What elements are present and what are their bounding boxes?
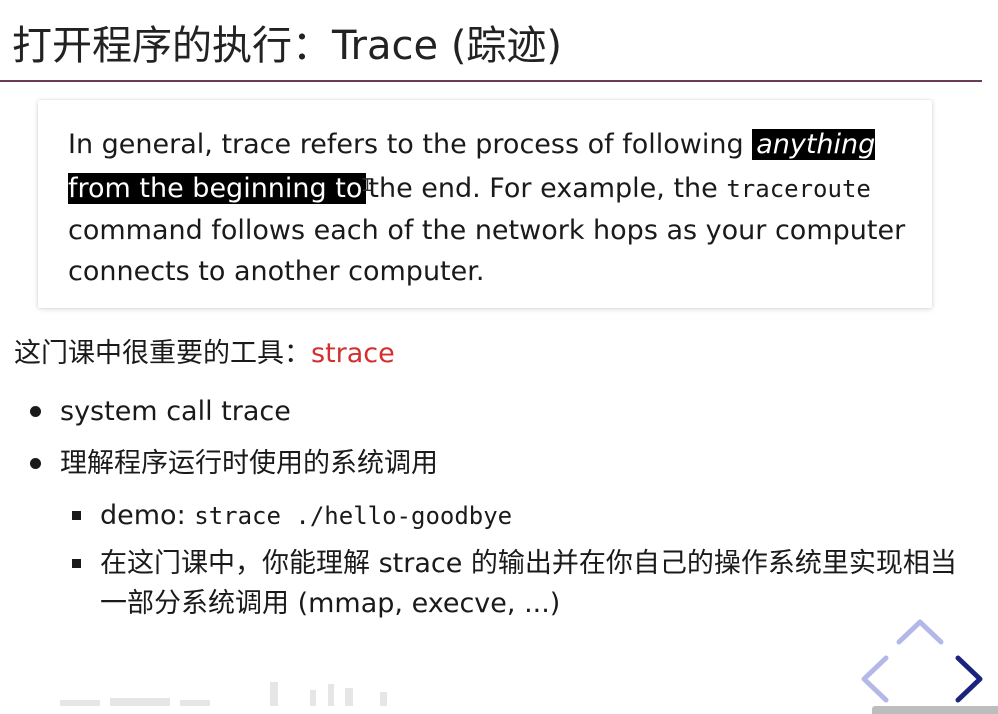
right-arrow-icon[interactable]	[952, 654, 986, 704]
important-tool-label: 这门课中很重要的工具：	[14, 338, 311, 369]
sub-list-item-label: demo:	[100, 500, 195, 531]
list-item: 理解程序运行时使用的系统调用	[30, 444, 980, 484]
list-item: system call trace	[30, 392, 980, 432]
list-item-label: 理解程序运行时使用的系统调用	[60, 448, 438, 479]
selected-text-italic[interactable]: anything	[756, 129, 875, 160]
slide-navigation	[850, 616, 990, 708]
definition-text-start: In general, trace refers to the process …	[68, 129, 753, 160]
up-arrow-icon[interactable]	[895, 616, 945, 646]
sub-list-item-label: 在这门课中，你能理解 strace 的输出并在你自己的操作系统里实现相当一部分系…	[100, 548, 957, 619]
definition-text: In general, trace refers to the process …	[68, 124, 918, 292]
list-item-label: system call trace	[60, 396, 291, 427]
slide-title: 打开程序的执行：Trace (踪迹)	[12, 23, 563, 69]
bullet-list: system call trace 理解程序运行时使用的系统调用 demo: s…	[30, 392, 980, 632]
title-bar: 打开程序的执行：Trace (踪迹)	[0, 0, 982, 82]
selected-text-rest[interactable]: from the beginning to	[68, 173, 362, 204]
definition-text-middle: the end. For example, the	[368, 173, 727, 204]
blurred-overlay	[60, 682, 387, 706]
slide: 打开程序的执行：Trace (踪迹) In general, trace ref…	[0, 0, 998, 714]
important-tool-line: 这门课中很重要的工具：strace	[14, 334, 395, 374]
sub-list-item: demo: strace ./hello-goodbye	[30, 496, 980, 536]
inline-code-demo: strace ./hello-goodbye	[194, 502, 513, 530]
inline-code-traceroute: traceroute	[726, 175, 871, 203]
definition-box: In general, trace refers to the process …	[38, 100, 932, 308]
tool-name-strace: strace	[311, 338, 395, 369]
left-arrow-icon[interactable]	[858, 654, 892, 704]
definition-text-end: command follows each of the network hops…	[68, 215, 906, 287]
bottom-scroll-bar[interactable]	[872, 706, 998, 714]
sub-list-item: 在这门课中，你能理解 strace 的输出并在你自己的操作系统里实现相当一部分系…	[30, 544, 980, 624]
